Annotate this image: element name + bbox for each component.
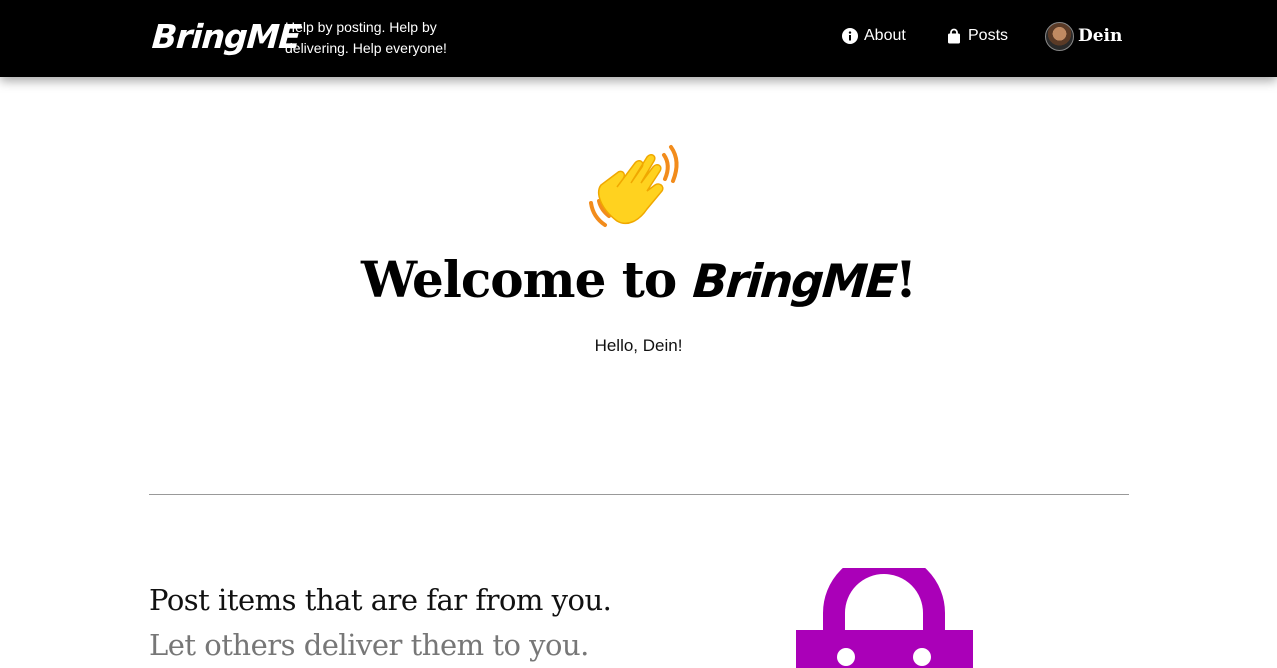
shopping-bag-icon	[796, 568, 973, 668]
section-divider	[149, 494, 1129, 495]
greeting-text: Hello, Dein!	[594, 336, 683, 355]
feature-subtitle: Let others deliver them to you.	[149, 628, 589, 662]
shopping-bag-icon	[948, 28, 960, 44]
nav-about-label: About	[864, 27, 906, 44]
nav-posts-label: Posts	[968, 27, 1009, 44]
nav-about-link[interactable]: About	[842, 24, 906, 48]
user-name: Dein	[1078, 26, 1123, 46]
waving-hand-icon	[589, 145, 679, 227]
nav-posts-link[interactable]: Posts	[946, 24, 1008, 48]
feature-title: Post items that are far from you.	[149, 583, 612, 617]
welcome-suffix: !	[895, 250, 917, 309]
welcome-heading: Welcome to BringME!	[0, 250, 1277, 309]
welcome-brand: BringME	[690, 254, 897, 308]
navbar: BringME Help by posting. Help by deliver…	[0, 0, 1277, 77]
welcome-prefix: Welcome to	[360, 250, 677, 309]
tagline: Help by posting. Help by delivering. Hel…	[285, 19, 447, 56]
user-menu[interactable]: Dein	[1045, 21, 1122, 51]
brand-logo[interactable]: BringME	[151, 17, 302, 56]
info-circle-icon	[842, 28, 858, 44]
avatar	[1045, 21, 1074, 51]
